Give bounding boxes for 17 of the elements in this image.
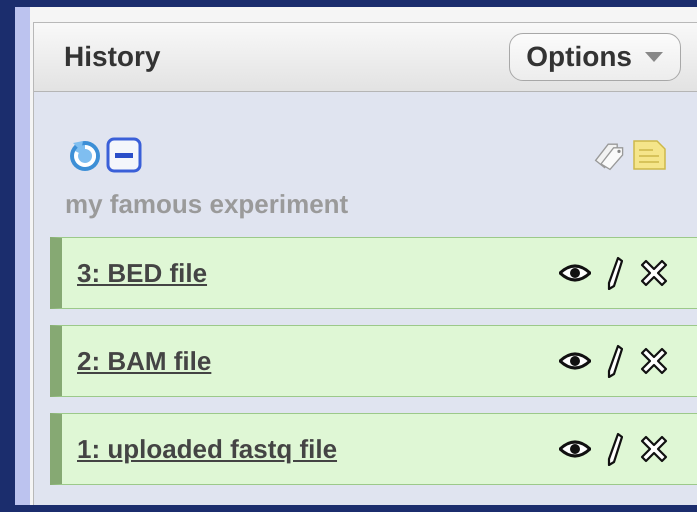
- collapse-icon[interactable]: [106, 137, 142, 173]
- eye-icon[interactable]: [559, 351, 591, 371]
- dataset-title-link[interactable]: 2: BAM file: [77, 346, 212, 376]
- eye-icon[interactable]: [559, 263, 591, 283]
- delete-icon[interactable]: [639, 434, 669, 464]
- pencil-icon[interactable]: [607, 256, 623, 290]
- history-name: my famous experiment: [65, 189, 350, 221]
- dataset-title-link[interactable]: 1: uploaded fastq file: [77, 434, 338, 464]
- dataset-title-link[interactable]: 3: BED file: [77, 258, 208, 288]
- delete-icon[interactable]: [639, 258, 669, 288]
- pencil-icon[interactable]: [607, 344, 623, 378]
- eye-icon[interactable]: [559, 439, 591, 459]
- caret-icon: [644, 51, 664, 63]
- delete-icon[interactable]: [639, 346, 669, 376]
- options-button[interactable]: Options: [509, 33, 681, 81]
- panel-title: History: [64, 41, 160, 73]
- pencil-icon[interactable]: [607, 432, 623, 466]
